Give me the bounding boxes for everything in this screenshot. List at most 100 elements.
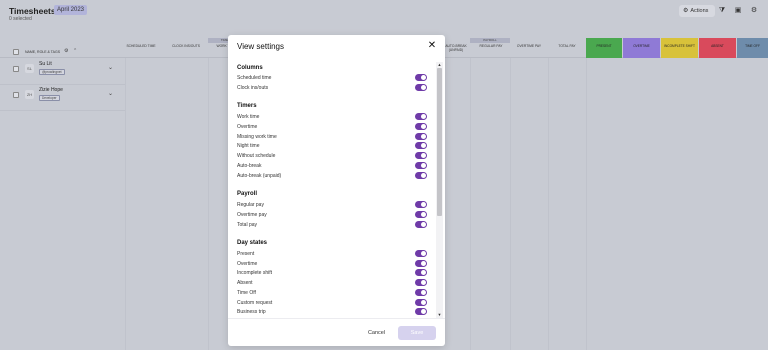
employee-tag: @prowlingnet: [39, 69, 65, 75]
column-divider: [510, 58, 511, 350]
section-title-day-states: Day states: [237, 240, 268, 246]
toggle-switch[interactable]: [415, 299, 427, 306]
option-label: Time Off: [237, 290, 256, 296]
option-label: Regular pay: [237, 202, 264, 208]
scrollbar-thumb[interactable]: [437, 68, 442, 216]
toggle-switch[interactable]: [415, 211, 427, 218]
toggle-switch[interactable]: [415, 250, 427, 257]
toggle-switch[interactable]: [415, 289, 427, 296]
option-row[interactable]: Night time: [237, 142, 427, 151]
settings-icon[interactable]: ⚙: [64, 48, 68, 54]
toggle-switch[interactable]: [415, 172, 427, 179]
option-row[interactable]: Time Off: [237, 289, 427, 298]
option-row[interactable]: Total pay: [237, 221, 427, 230]
option-row[interactable]: Clock ins/outs: [237, 84, 427, 93]
actions-button[interactable]: ⚙ Actions: [679, 5, 715, 17]
select-all-checkbox[interactable]: [13, 49, 19, 55]
option-label: Total pay: [237, 222, 258, 228]
day-state-incomplete: Incomplete shift: [661, 38, 698, 58]
column-divider: [548, 58, 549, 350]
option-row[interactable]: Auto-break (unpaid): [237, 172, 427, 181]
toggle-switch[interactable]: [415, 133, 427, 140]
toggle-switch[interactable]: [415, 84, 427, 91]
option-label: Work time: [237, 114, 260, 120]
row-checkbox[interactable]: [13, 92, 19, 98]
row-checkbox[interactable]: [13, 66, 19, 72]
toggle-switch[interactable]: [415, 308, 427, 315]
chevron-down-icon[interactable]: ⌄: [108, 90, 113, 97]
employee-tag: Developer: [39, 95, 60, 101]
settings-list: Columns Scheduled time Clock ins/outs Ti…: [228, 62, 437, 318]
option-row[interactable]: Business trip: [237, 308, 427, 317]
settings-icon[interactable]: ⚙: [748, 5, 760, 17]
option-label: Business trip: [237, 309, 266, 315]
toggle-switch[interactable]: [415, 221, 427, 228]
toggle-switch[interactable]: [415, 113, 427, 120]
day-state-time-off: Time off: [737, 38, 768, 58]
sort-icon[interactable]: ⌃: [73, 48, 77, 54]
toggle-switch[interactable]: [415, 260, 427, 267]
column-divider: [586, 58, 587, 350]
option-row[interactable]: Absent: [237, 279, 427, 288]
day-state-present: Present: [586, 38, 622, 58]
modal-title: View settings: [237, 42, 284, 51]
toggle-switch[interactable]: [415, 123, 427, 130]
option-row[interactable]: Regular pay: [237, 201, 427, 210]
option-row[interactable]: Work time: [237, 113, 427, 122]
option-label: Scheduled time: [237, 75, 272, 81]
avatar: ZH: [25, 90, 34, 99]
modal-footer: Cancel Save: [228, 318, 445, 346]
table-row[interactable]: ZH Zizie Hope Developer ⌄: [0, 85, 125, 111]
month-selector[interactable]: April 2023: [54, 5, 88, 15]
employee-name: Su Lit: [39, 61, 52, 67]
option-label: Incomplete shift: [237, 270, 273, 276]
toggle-switch[interactable]: [415, 142, 427, 149]
option-row[interactable]: Missing work time: [237, 133, 427, 142]
column-divider: [470, 58, 471, 350]
selected-count: 0 selected: [9, 16, 32, 22]
option-row[interactable]: Without schedule: [237, 152, 427, 161]
column-header: Regular pay: [479, 44, 503, 48]
toggle-switch[interactable]: [415, 74, 427, 81]
option-row[interactable]: Present: [237, 250, 427, 259]
save-button[interactable]: Save: [398, 326, 436, 340]
actions-icon: ⚙: [683, 8, 689, 14]
option-row[interactable]: Overtime pay: [237, 211, 427, 220]
toggle-switch[interactable]: [415, 269, 427, 276]
column-header: Clock ins/outs: [172, 44, 200, 48]
column-header: Auto-break (unpaid): [445, 44, 467, 52]
option-label: Absent: [237, 280, 253, 286]
toggle-switch[interactable]: [415, 279, 427, 286]
section-title-timers: Timers: [237, 103, 257, 109]
cancel-button[interactable]: Cancel: [359, 327, 394, 339]
option-row[interactable]: Incomplete shift: [237, 269, 427, 278]
option-row[interactable]: Custom request: [237, 299, 427, 308]
option-row[interactable]: Overtime: [237, 260, 427, 269]
column-header: Total pay: [558, 44, 576, 48]
option-row[interactable]: Scheduled time: [237, 74, 427, 83]
table-row[interactable]: SL Su Lit @prowlingnet ⌄: [0, 59, 125, 85]
toggle-switch[interactable]: [415, 162, 427, 169]
scroll-down-icon[interactable]: ▼: [436, 313, 443, 317]
column-header: Overtime pay: [516, 44, 542, 48]
avatar: SL: [25, 64, 34, 73]
column-header: Scheduled time: [126, 44, 156, 48]
section-title-payroll: Payroll: [237, 191, 258, 197]
option-row[interactable]: Overtime: [237, 123, 427, 132]
scrollbar[interactable]: ▲ ▼: [436, 62, 443, 318]
option-label: Missing work time: [237, 134, 277, 140]
name-column-header: Name, role & tags: [25, 50, 61, 54]
option-row[interactable]: Auto-break: [237, 162, 427, 171]
toggle-switch[interactable]: [415, 152, 427, 159]
scroll-up-icon[interactable]: ▲: [436, 63, 443, 67]
option-label: Overtime: [237, 124, 258, 130]
print-icon[interactable]: ▣: [732, 5, 744, 17]
close-icon[interactable]: ✕: [426, 40, 438, 52]
filter-icon[interactable]: ⧩: [716, 5, 728, 17]
column-divider: [125, 58, 126, 350]
toggle-switch[interactable]: [415, 201, 427, 208]
column-divider: [208, 58, 209, 350]
option-label: Auto-break: [237, 163, 262, 169]
option-label: Auto-break (unpaid): [237, 173, 282, 179]
chevron-down-icon[interactable]: ⌄: [108, 64, 113, 71]
